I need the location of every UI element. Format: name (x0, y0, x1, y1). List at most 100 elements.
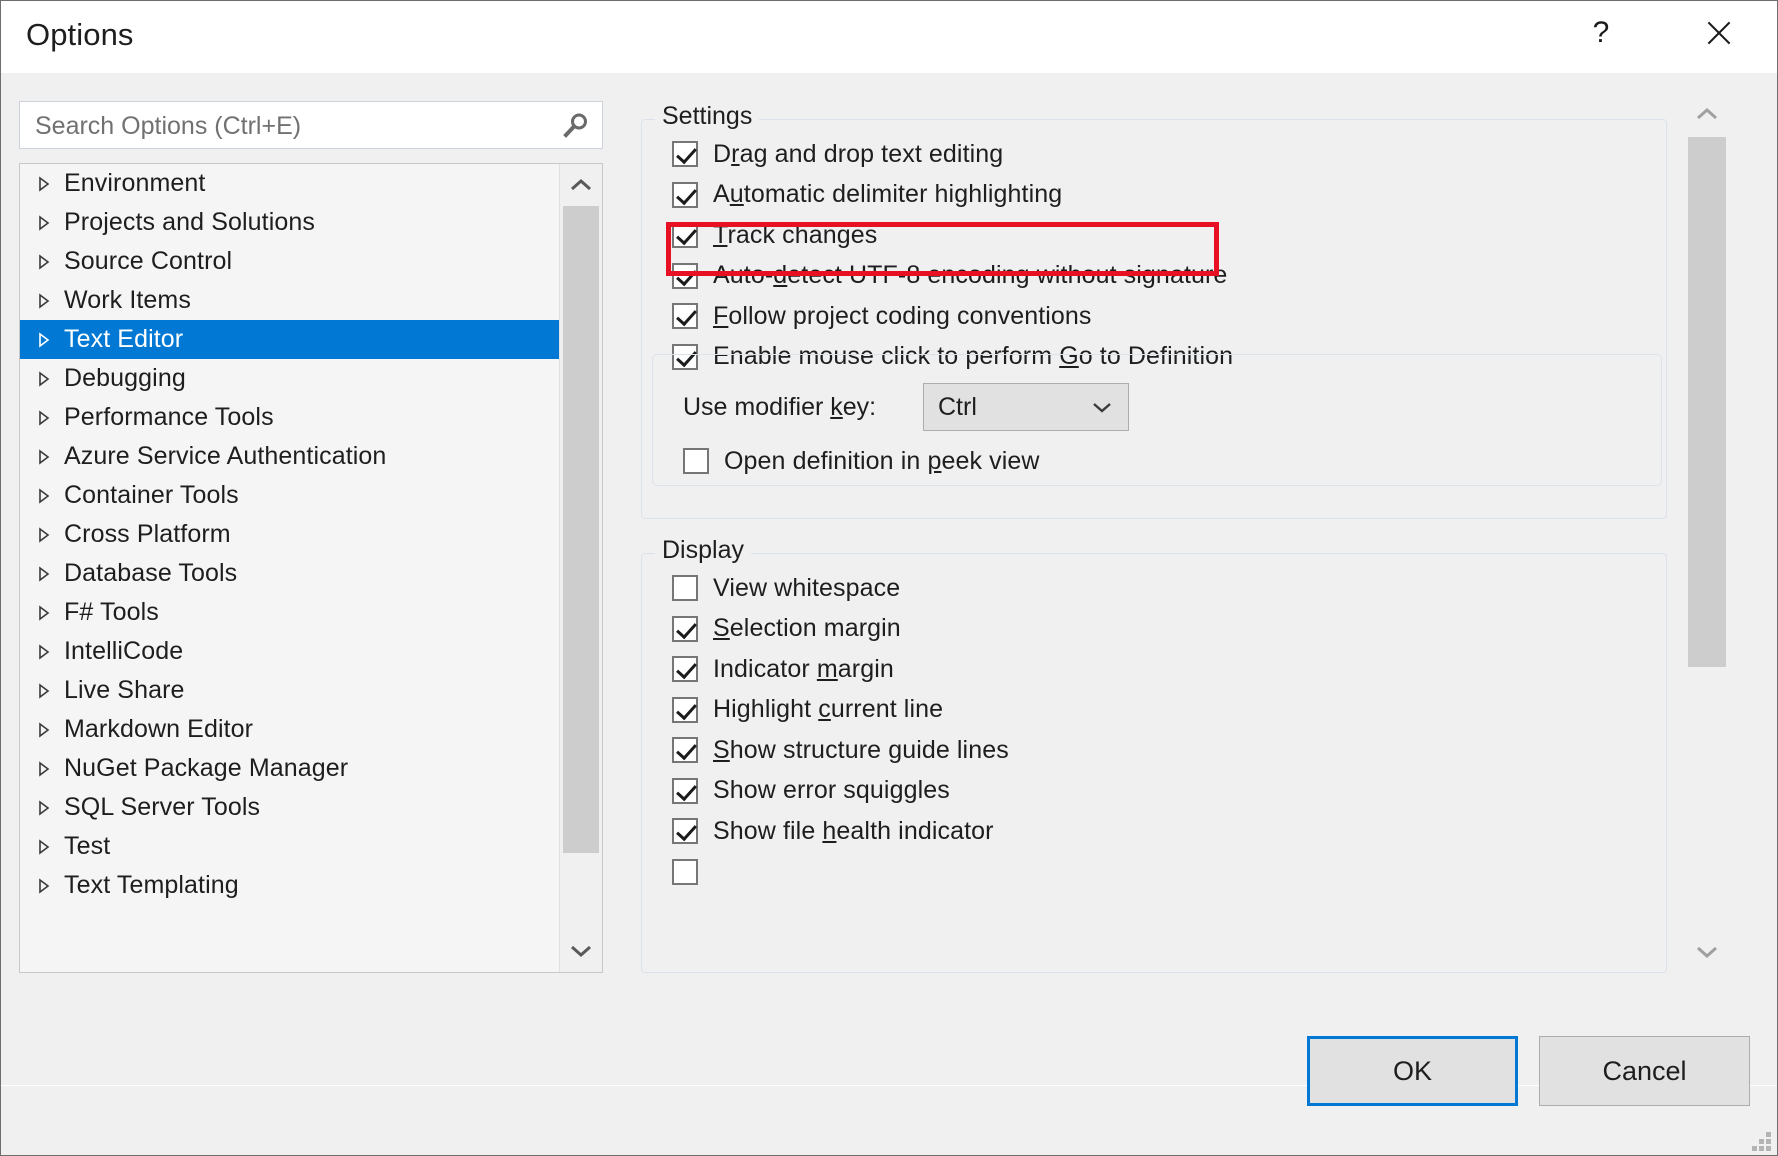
tree-item-sql-server-tools[interactable]: SQL Server Tools (20, 788, 560, 827)
checkbox-box[interactable] (672, 181, 698, 208)
tree-item-label: Test (64, 832, 111, 860)
expand-triangle-icon[interactable] (36, 409, 64, 427)
label-part: how structure guide lines (729, 735, 1009, 764)
checkbox-box[interactable] (672, 262, 698, 289)
tree-item-projects-and-solutions[interactable]: Projects and Solutions (20, 203, 560, 242)
tree-item-live-share[interactable]: Live Share (20, 671, 560, 710)
expand-triangle-icon[interactable] (36, 799, 64, 817)
options-dialog: Options ? Environment Projects and Soluti… (0, 0, 1778, 1156)
expand-triangle-icon[interactable] (36, 604, 64, 622)
tree-item-work-items[interactable]: Work Items (20, 281, 560, 320)
expand-triangle-icon[interactable] (36, 682, 64, 700)
checkbox-view-whitespace[interactable]: View whitespace (672, 568, 900, 608)
tree-scroll-thumb[interactable] (563, 206, 599, 853)
checkbox-indicator-margin[interactable]: Indicator margin (672, 649, 894, 689)
checkbox-open-definition-in-peek-view[interactable]: Open definition in peek view (683, 441, 1040, 481)
tree-item-database-tools[interactable]: Database Tools (20, 554, 560, 593)
expand-triangle-icon[interactable] (36, 721, 64, 739)
ok-button[interactable]: OK (1307, 1036, 1518, 1106)
checkbox-box[interactable] (672, 141, 698, 167)
checkbox-box[interactable] (672, 615, 698, 642)
settings-scrollbar[interactable] (1685, 93, 1729, 973)
tree-item-performance-tools[interactable]: Performance Tools (20, 398, 560, 437)
checkbox-show-file-health-indicator[interactable]: Show file health indicator (672, 811, 994, 851)
modifier-key-value: Ctrl (938, 392, 977, 421)
modifier-key-dropdown[interactable]: Ctrl (923, 383, 1129, 431)
checkbox-selection-margin[interactable]: Selection margin (672, 609, 901, 649)
checkbox-show-error-squiggles[interactable]: Show error squiggles (672, 771, 950, 811)
cancel-button[interactable]: Cancel (1539, 1036, 1750, 1106)
tree-scroll-down-icon[interactable] (560, 930, 602, 972)
tree-item-source-control[interactable]: Source Control (20, 242, 560, 281)
options-category-tree[interactable]: Environment Projects and Solutions Source … (19, 163, 603, 973)
checkbox-drag-and-drop-text-editing[interactable]: Drag and drop text editing (672, 134, 1003, 174)
tree-item-cross-platform[interactable]: Cross Platform (20, 515, 560, 554)
checkbox-highlight-current-line[interactable]: Highlight current line (672, 690, 943, 730)
checkbox-follow-project-coding-conventions[interactable]: Follow project coding conventions (672, 296, 1092, 336)
tree-scrollbar[interactable] (559, 164, 602, 972)
expand-triangle-icon[interactable] (36, 526, 64, 544)
checkbox-label: Drag and drop text editing (713, 140, 1003, 169)
expand-triangle-icon[interactable] (36, 292, 64, 310)
settings-scroll-thumb[interactable] (1688, 137, 1726, 667)
checkbox-box[interactable] (672, 696, 698, 723)
chevron-down-icon (1092, 401, 1112, 419)
expand-triangle-icon[interactable] (36, 175, 64, 193)
tree-item-f-tools[interactable]: F# Tools (20, 593, 560, 632)
label-accelerator: T (713, 220, 728, 249)
checkbox-box[interactable] (672, 777, 698, 804)
checkbox-box[interactable] (672, 818, 698, 844)
label-part: Use modifier (683, 392, 831, 421)
tree-item-intellicode[interactable]: IntelliCode (20, 632, 560, 671)
checkbox-box[interactable] (672, 303, 698, 329)
checkbox-track-changes[interactable]: Track changes (672, 215, 877, 255)
tree-item-markdown-editor[interactable]: Markdown Editor (20, 710, 560, 749)
tree-item-text-editor[interactable]: Text Editor (20, 320, 560, 359)
label-part: ollow project coding conventions (728, 301, 1092, 330)
expand-triangle-icon[interactable] (36, 370, 64, 388)
label-part: Show file (713, 816, 823, 845)
checkbox-label: View whitespace (713, 574, 900, 603)
tree-item-environment[interactable]: Environment (20, 164, 560, 203)
expand-triangle-icon[interactable] (36, 487, 64, 505)
expand-triangle-icon[interactable] (36, 565, 64, 583)
checkbox-label: Indicator margin (713, 655, 894, 684)
tree-item-nuget-package-manager[interactable]: NuGet Package Manager (20, 749, 560, 788)
checkbox-box[interactable] (672, 737, 698, 763)
checkbox-label: Auto-detect UTF-8 encoding without signa… (713, 261, 1227, 290)
resize-grip-icon[interactable] (1749, 1129, 1771, 1151)
tree-item-container-tools[interactable]: Container Tools (20, 476, 560, 515)
checkbox-show-structure-guide-lines[interactable]: Show structure guide lines (672, 730, 1009, 770)
expand-triangle-icon[interactable] (36, 760, 64, 778)
tree-item-label: Azure Service Authentication (64, 442, 387, 470)
expand-triangle-icon[interactable] (36, 214, 64, 232)
search-box[interactable] (19, 101, 603, 150)
expand-triangle-icon[interactable] (36, 253, 64, 271)
search-icon[interactable] (560, 111, 590, 141)
expand-triangle-icon[interactable] (36, 877, 64, 895)
tree-item-test[interactable]: Test (20, 827, 560, 866)
tree-list: Environment Projects and Solutions Source … (20, 164, 560, 972)
checkbox-box[interactable] (672, 222, 698, 248)
help-button[interactable]: ? (1569, 1, 1633, 65)
expand-triangle-icon[interactable] (36, 838, 64, 856)
checkbox-clipped-partial[interactable] (672, 852, 713, 892)
tree-item-azure-service-authentication[interactable]: Azure Service Authentication (20, 437, 560, 476)
settings-scroll-down-icon[interactable] (1685, 931, 1729, 973)
expand-triangle-icon[interactable] (36, 331, 64, 349)
expand-triangle-icon[interactable] (36, 448, 64, 466)
checkbox-auto-detect-utf-8-encoding-without-signature[interactable]: Auto-detect UTF-8 encoding without signa… (672, 256, 1227, 296)
tree-scroll-up-icon[interactable] (560, 164, 602, 206)
close-button[interactable] (1687, 1, 1751, 65)
tree-item-text-templating[interactable]: Text Templating (20, 866, 560, 905)
search-input[interactable] (33, 102, 547, 150)
settings-scroll-up-icon[interactable] (1685, 93, 1729, 135)
checkbox-box[interactable] (672, 859, 698, 885)
checkbox-automatic-delimiter-highlighting[interactable]: Automatic delimiter highlighting (672, 175, 1062, 215)
tree-item-label: Cross Platform (64, 520, 231, 548)
checkbox-box[interactable] (683, 448, 709, 474)
expand-triangle-icon[interactable] (36, 643, 64, 661)
checkbox-box[interactable] (672, 575, 698, 601)
checkbox-box[interactable] (672, 656, 698, 682)
tree-item-debugging[interactable]: Debugging (20, 359, 560, 398)
